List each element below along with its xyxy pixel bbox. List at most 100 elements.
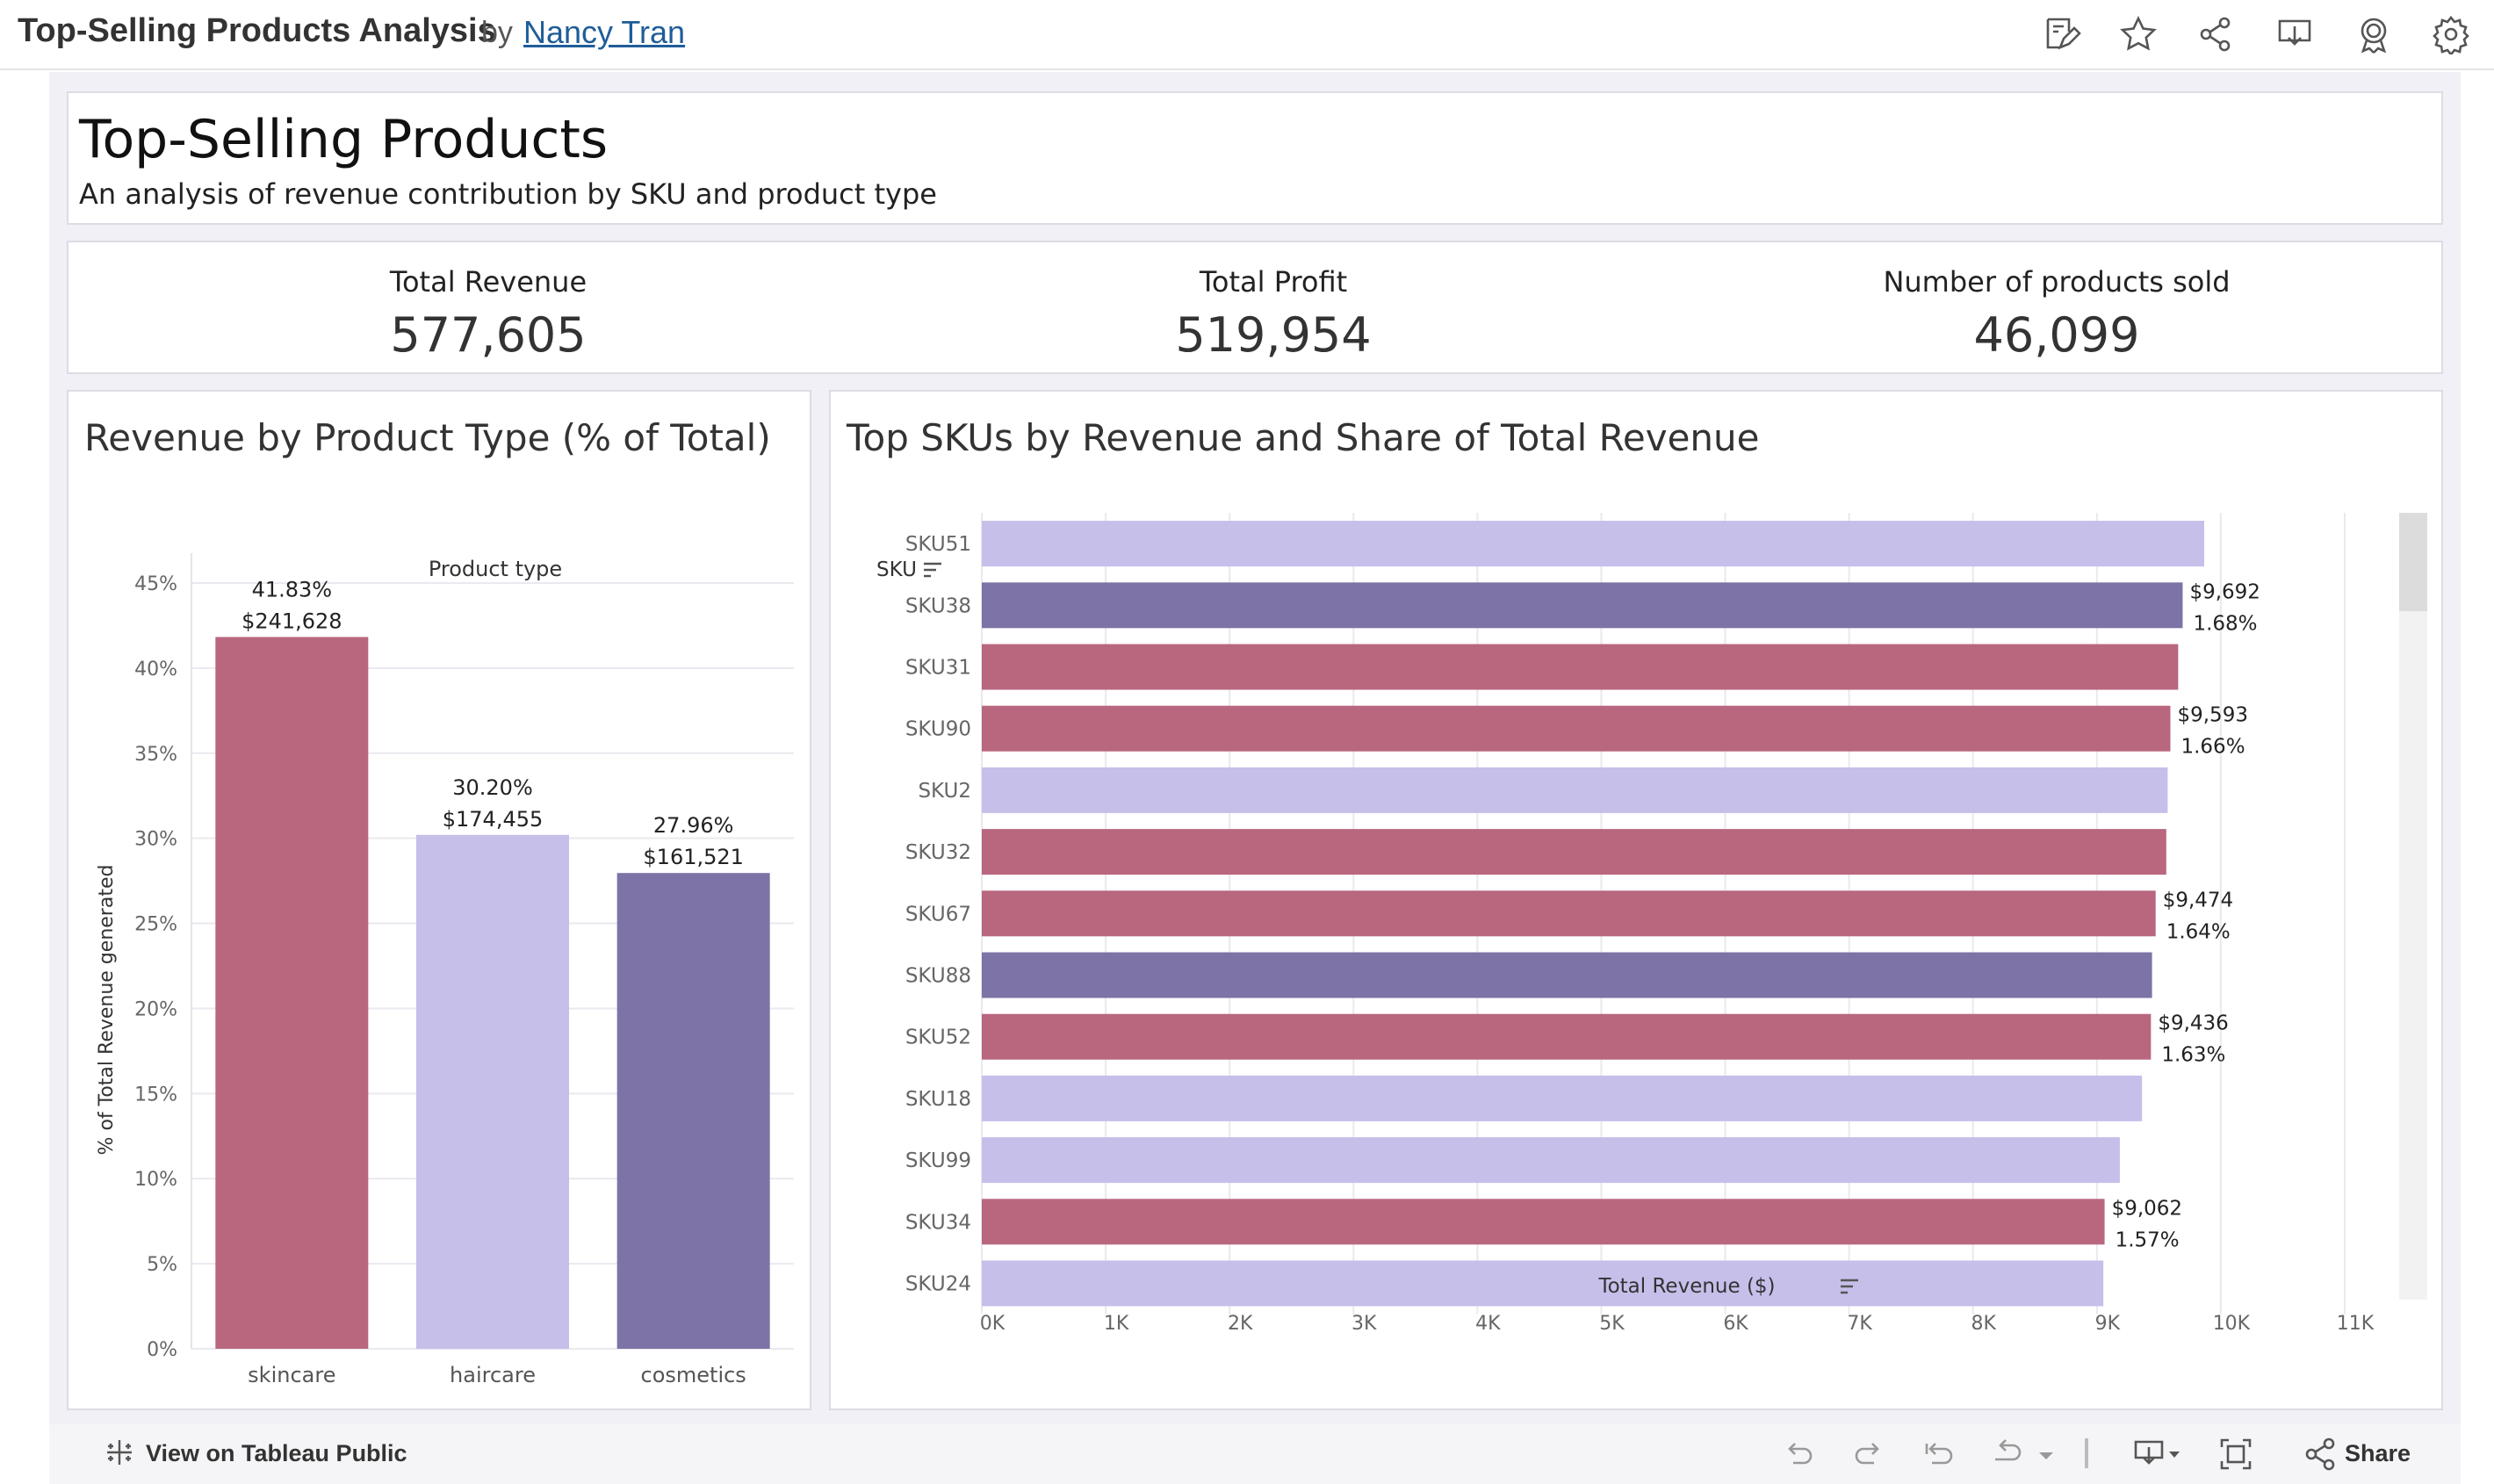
bar-label-revenue: $174,455	[443, 807, 544, 832]
kpi-total-profit: Total Profit 519,954	[1010, 265, 1537, 363]
x-axis-label: Total Revenue ($)	[1597, 1275, 1775, 1298]
share-button[interactable]: Share	[2303, 1435, 2411, 1473]
view-on-tableau-public-link[interactable]: View on Tableau Public	[146, 1440, 407, 1467]
sku-label: SKU31	[905, 657, 971, 680]
sku-axis-header: SKU	[876, 558, 917, 581]
star-icon[interactable]	[2118, 14, 2159, 54]
scrollbar-thumb[interactable]	[2399, 513, 2427, 611]
bar-label-pct: 30.20%	[452, 775, 533, 800]
viz-header: Top-Selling Products Analysis by Nancy T…	[0, 0, 2494, 70]
y-tick-label: 15%	[134, 1084, 177, 1106]
bar-sku52	[982, 1013, 2152, 1060]
bar-label-pct: 1.66%	[2180, 736, 2245, 759]
bar-label-pct: 1.57%	[2116, 1228, 2180, 1251]
x-tick-label: cosmetics	[641, 1363, 746, 1387]
kpi-total-revenue: Total Revenue 577,605	[225, 265, 752, 363]
y-tick-label: 5%	[147, 1254, 177, 1276]
x-tick-label: haircare	[450, 1363, 536, 1387]
bar-sku99	[982, 1137, 2120, 1184]
kpi-label: Total Profit	[1199, 265, 1348, 299]
badge-icon[interactable]	[2353, 14, 2394, 54]
sku-label: SKU67	[905, 903, 971, 926]
share-icon	[2305, 1437, 2335, 1471]
kpi-panel: Total Revenue 577,605 Total Profit 519,9…	[67, 241, 2443, 374]
bar-label-revenue: $9,593	[2177, 704, 2247, 727]
bar-label-pct: 1.63%	[2161, 1044, 2225, 1067]
sku-label: SKU88	[905, 965, 971, 988]
x-tick-label: 5K	[1599, 1313, 1625, 1335]
y-tick-label: 0%	[147, 1339, 177, 1361]
author-link[interactable]: Nancy Tran	[523, 14, 685, 51]
download-icon[interactable]	[2274, 14, 2315, 54]
x-tick-label: 6K	[1723, 1313, 1748, 1335]
bar-sku18	[982, 1075, 2143, 1121]
dashboard-subtitle: An analysis of revenue contribution by S…	[79, 177, 937, 211]
bar-label-pct: 41.83%	[252, 577, 333, 602]
dashboard: Top-Selling Products An analysis of reve…	[49, 72, 2461, 1424]
sku-label: SKU34	[905, 1211, 971, 1234]
sku-label: SKU32	[905, 841, 971, 864]
bar-sku31	[982, 644, 2179, 690]
x-tick-label: skincare	[248, 1363, 335, 1387]
y-tick-label: 30%	[134, 829, 177, 851]
x-tick-label: 9K	[2095, 1313, 2121, 1335]
pause-updates-icon[interactable]	[1990, 1437, 2025, 1472]
redo-icon[interactable]	[1851, 1437, 1886, 1472]
product-type-header: Product type	[429, 557, 562, 581]
bar-label-revenue: $9,692	[2189, 580, 2260, 603]
bar-sku38	[982, 582, 2183, 629]
settings-icon[interactable]	[2431, 14, 2471, 57]
top-sku-bar-chart: SKU SKU51 SKU38 SKU31 SKU90 SKU2 SKU32 SKU67 SK…	[876, 513, 2427, 1335]
x-tick-label: 1K	[1104, 1313, 1129, 1335]
bottom-toolbar: View on Tableau Public Share	[49, 1424, 2461, 1484]
kpi-value: 519,954	[1175, 307, 1372, 363]
bar-haircare	[416, 834, 569, 1349]
bar-label-revenue: $9,062	[2112, 1197, 2182, 1220]
y-tick-label: 10%	[134, 1169, 177, 1191]
revert-icon[interactable]	[1921, 1437, 1957, 1472]
x-tick-label: 8K	[1971, 1313, 1997, 1335]
sort-sku-icon[interactable]	[924, 562, 941, 578]
toolbar-divider	[2085, 1438, 2088, 1468]
bar-label-pct: 27.96%	[653, 813, 734, 838]
bar-sku67	[982, 890, 2156, 937]
kpi-products-sold: Number of products sold 46,099	[1793, 265, 2320, 363]
x-tick-label: 2K	[1228, 1313, 1253, 1335]
top-sku-chart-panel: Top SKUs by Revenue and Share of Total R…	[829, 390, 2443, 1410]
bar-sku90	[982, 705, 2171, 752]
y-tick-label: 40%	[134, 659, 177, 681]
sku-label: SKU51	[905, 533, 971, 556]
y-tick-label: 20%	[134, 998, 177, 1020]
x-tick-label: 10K	[2213, 1313, 2251, 1335]
bar-cosmetics	[616, 873, 770, 1349]
bar-label-pct: 1.64%	[2166, 920, 2231, 943]
kpi-label: Total Revenue	[389, 265, 587, 299]
bar-label-revenue: $9,474	[2163, 889, 2233, 911]
title-panel: Top-Selling Products An analysis of reve…	[67, 91, 2443, 225]
bar-label-revenue: $161,521	[643, 845, 744, 869]
fullscreen-icon[interactable]	[2218, 1437, 2253, 1472]
tableau-logo-icon	[107, 1440, 132, 1465]
y-tick-label: 35%	[134, 744, 177, 766]
kpi-label: Number of products sold	[1883, 265, 2231, 299]
bar-sku51	[982, 521, 2205, 567]
scrollbar-track[interactable]	[2399, 513, 2427, 1300]
chevron-down-icon[interactable]	[2036, 1437, 2057, 1472]
x-tick-label: 3K	[1352, 1313, 1377, 1335]
kpi-value: 577,605	[390, 307, 587, 363]
edit-icon[interactable]	[2041, 14, 2081, 54]
undo-icon[interactable]	[1781, 1437, 1816, 1472]
download-menu-icon[interactable]	[2132, 1437, 2185, 1472]
sku-label: SKU99	[905, 1149, 971, 1172]
x-tick-label: 4K	[1475, 1313, 1501, 1335]
viz-title: Top-Selling Products Analysis	[18, 12, 496, 49]
sku-label: SKU18	[905, 1088, 971, 1111]
bar-sku34	[982, 1199, 2105, 1245]
bar-sku32	[982, 829, 2166, 875]
bar-label-pct: 1.68%	[2193, 612, 2257, 635]
y-tick-label: 25%	[134, 914, 177, 936]
share-icon[interactable]	[2195, 14, 2236, 54]
bar-sku88	[982, 952, 2152, 998]
sku-label: SKU90	[905, 718, 971, 741]
product-type-bar-chart: Product type % of Total Revenue generate…	[96, 553, 794, 1387]
